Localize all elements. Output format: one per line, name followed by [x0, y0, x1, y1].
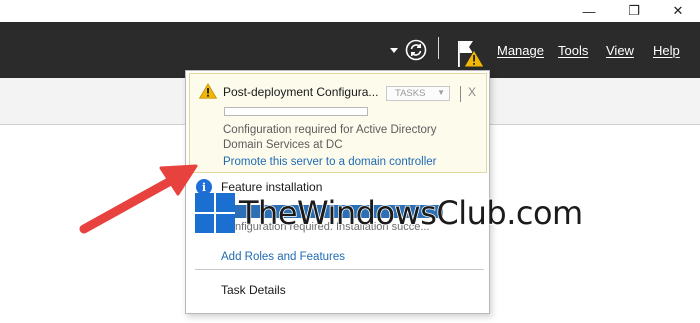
dropdown-divider: [195, 269, 484, 270]
tasks-separator: [460, 86, 461, 102]
restore-icon: ❐: [628, 3, 640, 18]
tasks-label: TASKS: [395, 88, 426, 99]
tasks-dropdown[interactable]: TASKS ▼: [386, 86, 450, 101]
maximize-button[interactable]: ❐: [612, 0, 656, 22]
refresh-icon: [405, 39, 427, 61]
close-icon: ✕: [672, 3, 684, 18]
menu-help[interactable]: Help: [653, 22, 680, 78]
minimize-button[interactable]: —: [567, 0, 611, 22]
menu-tools[interactable]: Tools: [558, 22, 588, 78]
window-titlebar: — ❐ ✕: [0, 0, 700, 22]
watermark-text: TheWindowsClub.com: [238, 193, 584, 233]
task-details-link[interactable]: Task Details: [221, 283, 286, 297]
menu-manage[interactable]: Manage: [497, 22, 544, 78]
close-button[interactable]: ✕: [656, 0, 700, 22]
caret-down-icon: ▼: [437, 88, 445, 97]
promote-domain-controller-link[interactable]: Promote this server to a domain controll…: [223, 156, 436, 168]
toolbar-separator: [438, 37, 439, 59]
flag-warning-icon: [458, 41, 485, 68]
minimize-icon: —: [582, 3, 596, 19]
notification-title: Post-deployment Configura...: [223, 85, 379, 99]
warning-icon: [199, 83, 217, 99]
notification-description: Configuration required for Active Direct…: [223, 124, 437, 151]
feature-installation-title: Feature installation: [221, 180, 323, 194]
dismiss-notification-button[interactable]: X: [468, 85, 476, 99]
post-deployment-notification: Post-deployment Configura... TASKS ▼ X C…: [189, 73, 487, 173]
progress-bar: [224, 107, 368, 116]
menu-view[interactable]: View: [606, 22, 634, 78]
add-roles-features-link[interactable]: Add Roles and Features: [221, 251, 345, 263]
caret-down-icon: [390, 48, 398, 53]
watermark: TheWindowsClub.com: [195, 193, 584, 233]
windows-logo-icon: [195, 193, 235, 233]
